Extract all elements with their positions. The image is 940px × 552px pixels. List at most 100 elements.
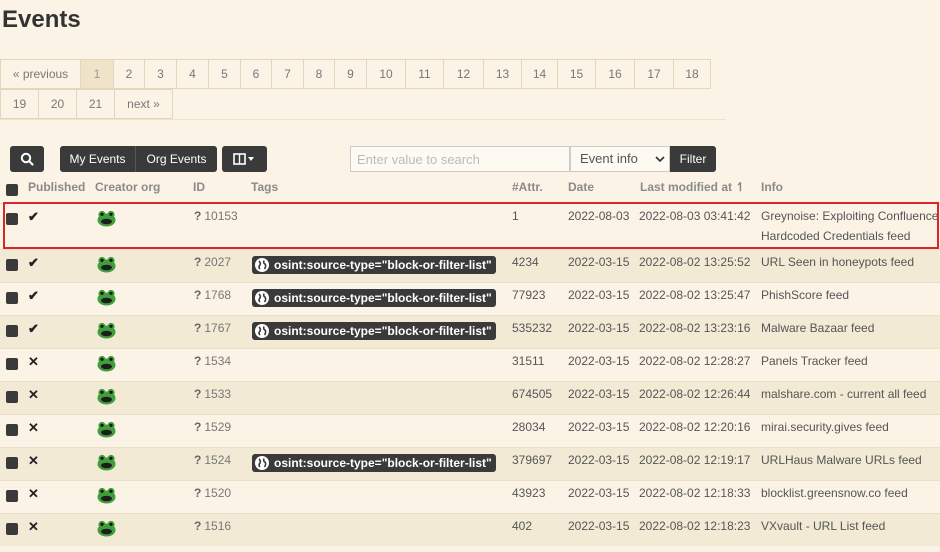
event-info[interactable]: URLHaus Malware URLs feed <box>761 453 922 467</box>
pagination-page[interactable]: 5 <box>208 59 241 89</box>
pagination-page[interactable]: 11 <box>405 59 444 89</box>
event-tag[interactable]: osint:source-type="block-or-filter-list" <box>252 256 496 274</box>
columns-menu-button[interactable] <box>222 146 267 172</box>
pagination-page[interactable]: 13 <box>483 59 522 89</box>
event-info[interactable]: PhishScore feed <box>761 288 849 302</box>
event-id[interactable]: ? 1534 <box>194 354 231 368</box>
event-id-value[interactable]: 1516 <box>204 519 231 533</box>
event-id[interactable]: ? 1768 <box>194 288 231 302</box>
creator-org-logo[interactable] <box>97 421 116 438</box>
header-creator-org[interactable]: Creator org <box>95 180 160 194</box>
row-checkbox[interactable] <box>6 358 18 370</box>
pagination-page[interactable]: 10 <box>366 59 406 89</box>
event-id-value[interactable]: 1768 <box>204 288 231 302</box>
event-tag[interactable]: osint:source-type="block-or-filter-list" <box>252 289 496 307</box>
table-row[interactable]: ✔? 2027 osint:source-type="block-or-filter… <box>0 249 940 282</box>
creator-org-logo[interactable] <box>97 388 116 405</box>
pagination-previous[interactable]: « previous <box>0 59 81 89</box>
table-row[interactable]: ✕? 1520 43923 2022-03-15 2022-08-02 12:18:33… <box>0 480 940 513</box>
org-events-button[interactable]: Org Events <box>135 146 217 172</box>
search-input[interactable] <box>350 146 570 172</box>
header-attr-count[interactable]: #Attr. <box>512 180 543 194</box>
pagination-page[interactable]: 9 <box>334 59 367 89</box>
pagination-page[interactable]: 20 <box>38 89 77 119</box>
event-info[interactable]: Greynoise: Exploiting Confluence <box>761 209 938 223</box>
event-tag[interactable]: osint:source-type="block-or-filter-list" <box>252 454 496 472</box>
header-last-modified[interactable]: Last modified at ↿ <box>640 180 745 194</box>
pagination-page[interactable]: 7 <box>271 59 304 89</box>
row-checkbox[interactable] <box>6 325 18 337</box>
table-row[interactable]: ✔? 1768 osint:source-type="block-or-filter… <box>0 282 940 315</box>
row-checkbox[interactable] <box>6 457 18 469</box>
event-info[interactable]: malshare.com - current all feed <box>761 387 926 401</box>
event-info[interactable]: Malware Bazaar feed <box>761 321 874 335</box>
event-info[interactable]: mirai.security.gives feed <box>761 420 889 434</box>
creator-org-logo[interactable] <box>97 487 116 504</box>
table-row[interactable]: ✕? 1529 28034 2022-03-15 2022-08-02 12:20:16… <box>0 414 940 447</box>
event-id-value[interactable]: 2027 <box>204 255 231 269</box>
event-id-value[interactable]: 1529 <box>204 420 231 434</box>
event-info-line-2[interactable]: Hardcoded Credentials feed <box>761 229 910 243</box>
creator-org-logo[interactable] <box>97 256 116 273</box>
event-id[interactable]: ? 1516 <box>194 519 231 533</box>
row-checkbox[interactable] <box>6 391 18 403</box>
event-id-value[interactable]: 1767 <box>204 321 231 335</box>
table-row[interactable]: ✔? 10153 1 2022-08-03 2022-08-03 03:41:42 Gre… <box>0 203 940 249</box>
pagination-next[interactable]: next » <box>114 89 173 119</box>
event-info[interactable]: Panels Tracker feed <box>761 354 868 368</box>
event-id[interactable]: ? 1529 <box>194 420 231 434</box>
pagination-page[interactable]: 4 <box>176 59 209 89</box>
pagination-page[interactable]: 3 <box>144 59 177 89</box>
pagination-page[interactable]: 19 <box>0 89 39 119</box>
event-tag[interactable]: osint:source-type="block-or-filter-list" <box>252 322 496 340</box>
pagination-page[interactable]: 21 <box>76 89 115 119</box>
table-row[interactable]: ✕? 1524 osint:source-type="block-or-filter… <box>0 447 940 480</box>
event-info[interactable]: URL Seen in honeypots feed <box>761 255 914 269</box>
header-id[interactable]: ID <box>193 180 205 194</box>
table-row[interactable]: ✔? 1767 osint:source-type="block-or-filter… <box>0 315 940 348</box>
pagination-page[interactable]: 2 <box>113 59 145 89</box>
event-id-value[interactable]: 1524 <box>204 453 231 467</box>
pagination-page[interactable]: 16 <box>595 59 635 89</box>
event-id[interactable]: ? 10153 <box>194 209 238 223</box>
creator-org-logo[interactable] <box>97 289 116 306</box>
event-id[interactable]: ? 1767 <box>194 321 231 335</box>
search-button[interactable] <box>10 146 44 172</box>
row-checkbox[interactable] <box>6 523 18 535</box>
pagination-page[interactable]: 12 <box>443 59 484 89</box>
table-row[interactable]: ✕? 1516 402 2022-03-15 2022-08-02 12:18:23 VX… <box>0 513 940 546</box>
event-info[interactable]: VXvault - URL List feed <box>761 519 885 533</box>
event-id[interactable]: ? 1524 <box>194 453 231 467</box>
header-date[interactable]: Date <box>568 180 594 194</box>
search-scope-select[interactable]: Event info <box>570 146 670 172</box>
event-id-value[interactable]: 1520 <box>204 486 231 500</box>
header-info[interactable]: Info <box>761 180 783 194</box>
pagination-page[interactable]: 1 <box>80 59 114 89</box>
pagination-page[interactable]: 14 <box>521 59 558 89</box>
table-row[interactable]: ✕? 1534 31511 2022-03-15 2022-08-02 12:28:27… <box>0 348 940 381</box>
pagination-page[interactable]: 18 <box>673 59 711 89</box>
pagination-page[interactable]: 8 <box>303 59 335 89</box>
event-id-value[interactable]: 10153 <box>204 209 237 223</box>
event-id[interactable]: ? 2027 <box>194 255 231 269</box>
pagination-page[interactable]: 15 <box>557 59 596 89</box>
table-row[interactable]: ✕? 1533 674505 2022-03-15 2022-08-02 12:26:4… <box>0 381 940 414</box>
event-info[interactable]: blocklist.greensnow.co feed <box>761 486 908 500</box>
creator-org-logo[interactable] <box>97 520 116 537</box>
row-checkbox[interactable] <box>6 490 18 502</box>
filter-button[interactable]: Filter <box>670 146 716 172</box>
event-id-value[interactable]: 1534 <box>204 354 231 368</box>
event-id[interactable]: ? 1533 <box>194 387 231 401</box>
select-all-checkbox[interactable] <box>6 184 18 196</box>
header-published[interactable]: Published <box>28 180 85 194</box>
pagination-page[interactable]: 17 <box>634 59 674 89</box>
row-checkbox[interactable] <box>6 292 18 304</box>
creator-org-logo[interactable] <box>97 454 116 471</box>
creator-org-logo[interactable] <box>97 322 116 339</box>
row-checkbox[interactable] <box>6 259 18 271</box>
row-checkbox[interactable] <box>6 213 18 225</box>
creator-org-logo[interactable] <box>97 355 116 372</box>
event-id[interactable]: ? 1520 <box>194 486 231 500</box>
event-id-value[interactable]: 1533 <box>204 387 231 401</box>
creator-org-logo[interactable] <box>97 210 116 227</box>
